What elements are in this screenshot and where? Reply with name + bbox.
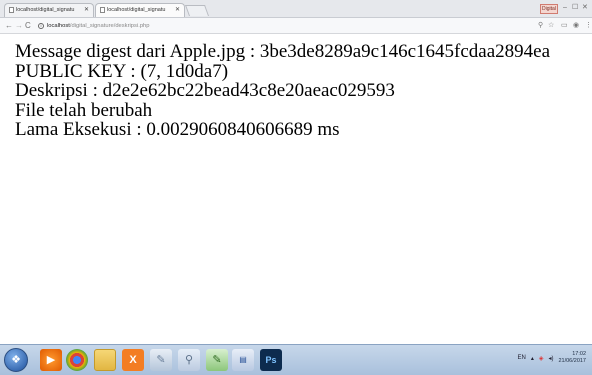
volume-icon[interactable]: ◂) (548, 355, 553, 362)
browser-tab-strip: localhost/digital_signatu ✕ localhost/di… (0, 0, 592, 18)
tray-arrow-icon[interactable]: ▴ (531, 355, 534, 362)
bookmark-star-icon[interactable]: ☆ (548, 20, 554, 31)
url-path: /digital_signature/deskripsi.php (69, 22, 150, 29)
new-tab-button[interactable] (184, 5, 210, 16)
file-status-line: File telah berubah (15, 99, 153, 121)
browser-toolbar: ← → C i localhost/digital_signature/desk… (0, 18, 592, 34)
language-indicator[interactable]: EN (517, 355, 525, 361)
maximize-icon[interactable]: ☐ (572, 3, 578, 13)
extension-icon[interactable]: ▭ (561, 20, 568, 31)
address-bar[interactable]: i localhost/digital_signature/deskripsi.… (38, 20, 524, 31)
minimize-icon[interactable]: – (563, 3, 567, 13)
close-tab-icon[interactable]: ✕ (175, 4, 180, 17)
system-tray: EN ▴ ◈ ◂) 17:02 21/06/2017 (517, 351, 586, 365)
browser-tab[interactable]: localhost/digital_signatu ✕ (4, 3, 94, 17)
clock[interactable]: 17:02 21/06/2017 (558, 351, 586, 365)
photoshop-icon[interactable]: Ps (260, 349, 282, 371)
browser-tab-active[interactable]: localhost/digital_signatu ✕ (95, 3, 185, 17)
chrome-icon[interactable] (66, 349, 88, 371)
zoom-icon[interactable]: ⚲ (538, 20, 543, 31)
reload-icon[interactable]: C (25, 19, 31, 32)
forward-icon[interactable]: → (15, 19, 23, 32)
search-magnifier-icon[interactable]: ⚲ (178, 349, 200, 371)
close-tab-icon[interactable]: ✕ (84, 4, 89, 17)
tab-title: localhost/digital_signatu (16, 7, 75, 13)
close-window-icon[interactable]: ✕ (582, 3, 588, 13)
decryption-line: Deskripsi : d2e2e62bc22bead43c8e20aeac02… (15, 80, 395, 102)
execution-time-line: Lama Eksekusi : 0.0029060840606689 ms (15, 119, 340, 141)
start-button[interactable]: ❖ (4, 348, 28, 372)
message-digest-line: Message digest dari Apple.jpg : 3be3de82… (15, 41, 551, 62)
word-icon[interactable]: ▤ (232, 349, 254, 371)
menu-icon[interactable]: ⋮ (585, 20, 592, 31)
notepad-plus-icon[interactable]: ✎ (206, 349, 228, 371)
public-key-line: PUBLIC KEY : (7, 1d0da7) (15, 60, 229, 82)
back-icon[interactable]: ← (5, 19, 13, 32)
info-icon[interactable]: i (38, 22, 44, 29)
page-content: Message digest dari Apple.jpg : 3be3de82… (15, 42, 550, 140)
page-icon (100, 6, 105, 13)
clock-time: 17:02 (572, 351, 586, 357)
windows-taskbar: ❖ ▶ X ✎ ⚲ ✎ ▤ Ps EN ▴ ◈ ◂) 17:02 21/06/2… (0, 344, 592, 375)
profile-button[interactable]: Digital (540, 4, 558, 14)
extension-icon[interactable]: ◉ (573, 20, 579, 31)
xampp-icon[interactable]: X (122, 349, 144, 371)
windows-media-player-icon[interactable]: ▶ (40, 349, 62, 371)
clock-date: 21/06/2017 (558, 358, 586, 364)
network-icon[interactable]: ◈ (539, 355, 544, 362)
file-explorer-icon[interactable] (94, 349, 116, 371)
url-host: localhost (47, 22, 70, 29)
page-icon (9, 6, 14, 13)
tab-title: localhost/digital_signatu (107, 7, 166, 13)
paint-icon[interactable]: ✎ (150, 349, 172, 371)
